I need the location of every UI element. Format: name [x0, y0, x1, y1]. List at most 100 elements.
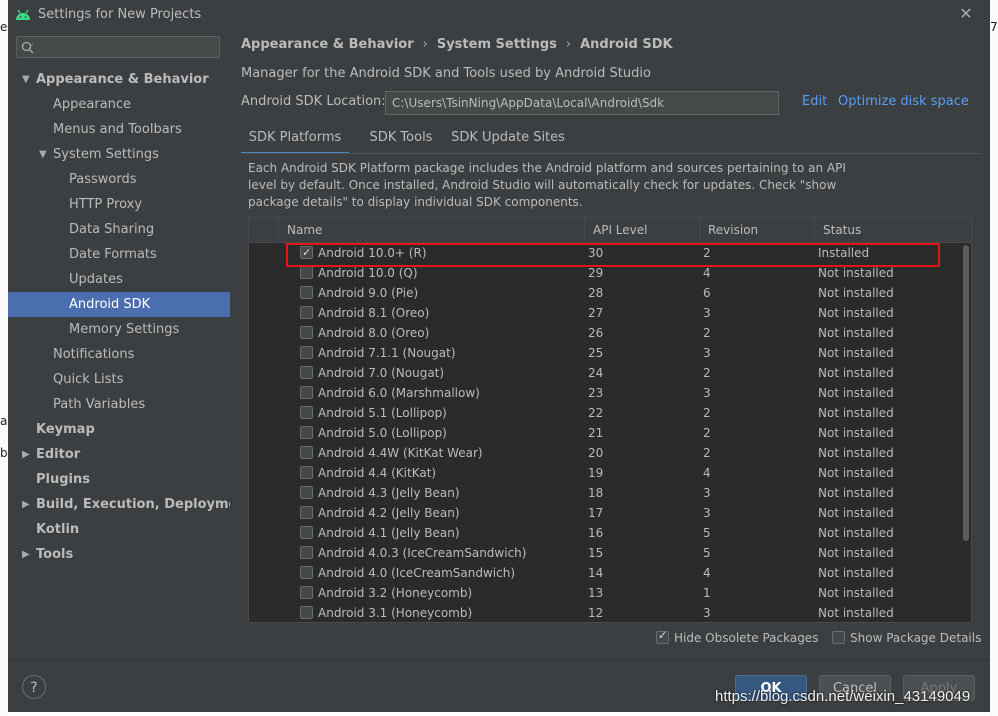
- title-bar[interactable]: Settings for New Projects ✕: [8, 0, 990, 30]
- sidebar-item-tools[interactable]: ▶ Tools: [8, 542, 230, 567]
- tab-sdk-update-sites[interactable]: SDK Update Sites: [447, 125, 569, 153]
- show-details-checkbox[interactable]: [832, 631, 845, 644]
- tab-sdk-platforms[interactable]: SDK Platforms: [241, 125, 349, 155]
- api-level: 15: [588, 546, 604, 560]
- sidebar-item-system-settings[interactable]: ▼ System Settings: [8, 142, 230, 167]
- column-header-name[interactable]: Name: [278, 218, 584, 242]
- sidebar-item-label: Quick Lists: [53, 372, 124, 387]
- table-row[interactable]: Android 5.0 (Lollipop) 21 2 Not installed: [249, 423, 961, 443]
- sidebar-item-updates[interactable]: Updates: [8, 267, 230, 292]
- sidebar-item-build-execution-deployment[interactable]: ▶ Build, Execution, Deployment: [8, 492, 253, 517]
- settings-search[interactable]: [16, 36, 220, 58]
- api-level: 26: [588, 326, 604, 340]
- sidebar-item-label: Passwords: [69, 172, 137, 187]
- platform-checkbox[interactable]: [300, 406, 313, 419]
- platform-checkbox[interactable]: [300, 486, 313, 499]
- platform-checkbox[interactable]: [300, 566, 313, 579]
- sidebar-item-notifications[interactable]: Notifications: [8, 342, 230, 367]
- sidebar-item-kotlin[interactable]: Kotlin: [8, 517, 230, 542]
- table-row[interactable]: Android 6.0 (Marshmallow) 23 3 Not installe…: [249, 383, 961, 403]
- table-row[interactable]: Android 3.2 (Honeycomb) 13 1 Not installed: [249, 583, 961, 603]
- platform-name: Android 9.0 (Pie): [318, 286, 419, 300]
- platform-checkbox[interactable]: [300, 446, 313, 459]
- table-row[interactable]: Android 4.0 (IceCreamSandwich) 14 4 Not ins…: [249, 563, 961, 583]
- column-header-api-level[interactable]: API Level: [584, 218, 699, 242]
- background-window-left: e a b: [0, 0, 8, 716]
- sidebar-item-path-variables[interactable]: Path Variables: [8, 392, 230, 417]
- breadcrumb-item[interactable]: System Settings: [437, 37, 557, 52]
- sidebar-item-label: Memory Settings: [69, 322, 180, 337]
- sidebar-item-date-formats[interactable]: Date Formats: [8, 242, 230, 267]
- close-icon[interactable]: ✕: [958, 5, 974, 23]
- breadcrumb-item[interactable]: Appearance & Behavior: [241, 37, 414, 52]
- platform-checkbox[interactable]: [300, 366, 313, 379]
- table-row[interactable]: Android 4.2 (Jelly Bean) 17 3 Not installed: [249, 503, 961, 523]
- edit-link[interactable]: Edit: [802, 94, 827, 109]
- sidebar-item-label: System Settings: [53, 147, 159, 162]
- table-row[interactable]: Android 4.3 (Jelly Bean) 18 3 Not installed: [249, 483, 961, 503]
- sidebar-item-data-sharing[interactable]: Data Sharing: [8, 217, 230, 242]
- platform-checkbox[interactable]: [300, 506, 313, 519]
- sidebar-item-android-sdk[interactable]: Android SDK: [8, 292, 230, 317]
- platform-checkbox[interactable]: [300, 526, 313, 539]
- scrollbar-thumb[interactable]: [963, 245, 969, 541]
- table-row[interactable]: Android 4.4 (KitKat) 19 4 Not installed: [249, 463, 961, 483]
- table-row[interactable]: Android 5.1 (Lollipop) 22 2 Not installed: [249, 403, 961, 423]
- chevron-right-icon: ›: [422, 37, 428, 52]
- platform-checkbox[interactable]: [300, 546, 313, 559]
- help-button[interactable]: ?: [22, 675, 46, 699]
- platform-checkbox[interactable]: [300, 426, 313, 439]
- sidebar-item-passwords[interactable]: Passwords: [8, 167, 230, 192]
- sidebar-item-plugins[interactable]: Plugins: [8, 467, 230, 492]
- chevron-right-icon[interactable]: ▶: [22, 492, 34, 517]
- platform-checkbox[interactable]: [300, 346, 313, 359]
- column-header-revision[interactable]: Revision: [699, 218, 814, 242]
- sidebar-item-appearance-behavior[interactable]: ▼ Appearance & Behavior: [8, 67, 230, 92]
- table-row[interactable]: Android 8.0 (Oreo) 26 2 Not installed: [249, 323, 961, 343]
- platform-checkbox[interactable]: [300, 306, 313, 319]
- table-row[interactable]: Android 7.1.1 (Nougat) 25 3 Not installed: [249, 343, 961, 363]
- platform-checkbox[interactable]: [300, 606, 313, 619]
- platform-checkbox[interactable]: [300, 266, 313, 279]
- sidebar-item-http-proxy[interactable]: HTTP Proxy: [8, 192, 230, 217]
- table-row[interactable]: Android 4.4W (KitKat Wear) 20 2 Not install…: [249, 443, 961, 463]
- chevron-right-icon[interactable]: ▶: [22, 542, 34, 567]
- sidebar-item-quick-lists[interactable]: Quick Lists: [8, 367, 230, 392]
- platform-name: Android 3.1 (Honeycomb): [318, 606, 473, 620]
- sidebar-item-editor[interactable]: ▶ Editor: [8, 442, 230, 467]
- platform-checkbox[interactable]: [300, 586, 313, 599]
- revision: 3: [703, 506, 711, 520]
- install-status: Not installed: [818, 606, 894, 620]
- background-fragment: e: [0, 20, 8, 34]
- table-row[interactable]: Android 4.1 (Jelly Bean) 16 5 Not installed: [249, 523, 961, 543]
- chevron-down-icon[interactable]: ▼: [22, 67, 34, 92]
- chevron-right-icon[interactable]: ▶: [22, 442, 34, 467]
- table-row[interactable]: Android 8.1 (Oreo) 27 3 Not installed: [249, 303, 961, 323]
- column-header-status[interactable]: Status: [814, 218, 964, 242]
- sidebar-item-label: Path Variables: [53, 397, 146, 412]
- revision: 4: [703, 466, 711, 480]
- platform-checkbox[interactable]: [300, 286, 313, 299]
- table-row[interactable]: Android 7.0 (Nougat) 24 2 Not installed: [249, 363, 961, 383]
- sidebar-item-memory-settings[interactable]: Memory Settings: [8, 317, 230, 342]
- search-input[interactable]: [39, 38, 215, 56]
- sidebar-item-label: Data Sharing: [69, 222, 155, 237]
- chevron-down-icon[interactable]: ▼: [39, 142, 51, 167]
- api-level: 24: [588, 366, 604, 380]
- table-scrollbar[interactable]: [962, 243, 970, 622]
- sidebar-item-menus-and-toolbars[interactable]: Menus and Toolbars: [8, 117, 230, 142]
- tab-sdk-tools[interactable]: SDK Tools: [357, 125, 445, 153]
- sidebar-item-keymap[interactable]: Keymap: [8, 417, 230, 442]
- table-row[interactable]: Android 9.0 (Pie) 28 6 Not installed: [249, 283, 961, 303]
- hide-obsolete-checkbox[interactable]: [656, 628, 669, 644]
- revision: 2: [703, 406, 711, 420]
- platform-checkbox[interactable]: [300, 326, 313, 339]
- table-row[interactable]: Android 3.1 (Honeycomb) 12 3 Not installed: [249, 603, 961, 622]
- platform-checkbox[interactable]: [300, 386, 313, 399]
- sidebar-item-appearance[interactable]: Appearance: [8, 92, 230, 117]
- platform-checkbox[interactable]: [300, 466, 313, 479]
- sdk-location-field[interactable]: C:\Users\TsinNing\AppData\Local\Android\…: [385, 91, 779, 115]
- table-row[interactable]: Android 4.0.3 (IceCreamSandwich) 15 5 Not i…: [249, 543, 961, 563]
- optimize-disk-space-link[interactable]: Optimize disk space: [838, 94, 969, 109]
- breadcrumb: Appearance & Behavior › System Settings › An…: [241, 37, 673, 52]
